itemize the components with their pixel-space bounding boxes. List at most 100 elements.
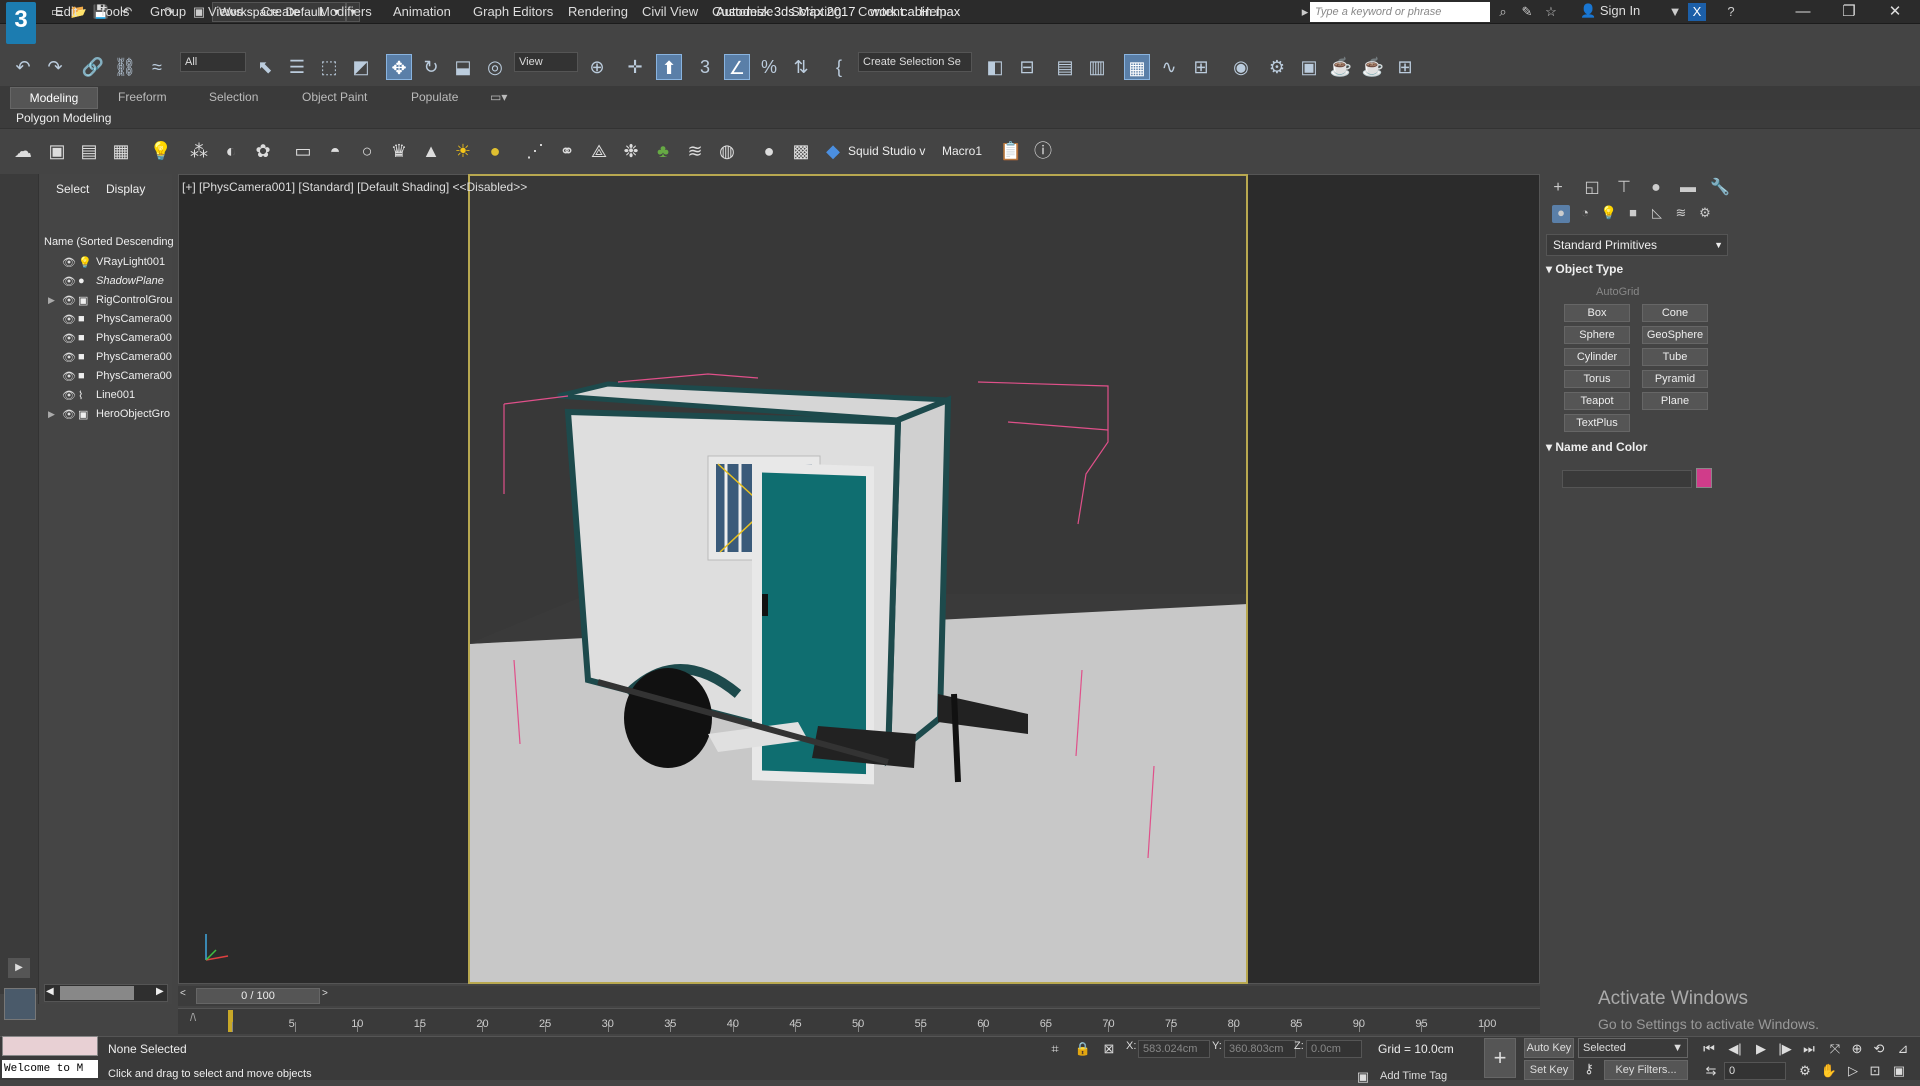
maxscript-listener-input[interactable] <box>2 1036 98 1056</box>
pan-icon[interactable]: ✋ <box>1820 1062 1838 1080</box>
material-library-icon[interactable]: ▩ <box>788 138 814 164</box>
cameras-icon[interactable]: ■ <box>1624 205 1642 223</box>
time-slider[interactable]: 0 / 100 <box>196 988 320 1004</box>
search-input[interactable]: Type a keyword or phrase <box>1310 2 1490 22</box>
hair-icon[interactable]: ≋ <box>682 138 708 164</box>
teapot-icon[interactable]: ☁ <box>10 138 36 164</box>
layer-explorer-icon[interactable]: ▥ <box>1084 54 1110 80</box>
keyboard-shortcut-toggle-icon[interactable]: ⬆ <box>656 54 682 80</box>
selection-filter-dropdown[interactable]: All <box>180 52 246 72</box>
select-object-icon[interactable]: ⬉ <box>252 54 278 80</box>
fur-icon[interactable]: ⚭ <box>554 138 580 164</box>
display-tab-icon[interactable]: ▬ <box>1678 178 1698 198</box>
angle-snap-icon[interactable]: ∠ <box>724 54 750 80</box>
redo-icon[interactable]: ↷ <box>42 54 68 80</box>
set-key-button[interactable]: Set Key <box>1524 1060 1574 1080</box>
select-scale-icon[interactable]: ⬓ <box>450 54 476 80</box>
mirror-icon[interactable]: ◧ <box>982 54 1008 80</box>
create-tab-icon[interactable]: + <box>1548 178 1568 198</box>
systems-icon[interactable]: ⚙ <box>1696 205 1714 223</box>
menu-edit[interactable]: Edit <box>55 4 77 19</box>
primitive-textplus-button[interactable]: TextPlus <box>1564 414 1630 432</box>
scene-explorer-icon[interactable]: ▤ <box>1052 54 1078 80</box>
vray-icon[interactable]: ✿ <box>250 138 276 164</box>
expand-icon[interactable]: ▶ <box>48 409 55 420</box>
menu-rendering[interactable]: Rendering <box>568 4 628 19</box>
scene-row[interactable]: ▶ 👁 ▣ RigControlGrou <box>48 292 172 311</box>
add-time-tag-button[interactable]: Add Time Tag <box>1380 1070 1447 1082</box>
set-key-big-icon[interactable]: + <box>1484 1038 1516 1078</box>
primitive-tube-button[interactable]: Tube <box>1642 348 1708 366</box>
menu-animation[interactable]: Animation <box>393 4 451 19</box>
scene-row[interactable]: 👁 ■ PhysCamera00 <box>48 368 172 387</box>
ribbon-options-icon[interactable]: ▭▾ <box>490 90 507 104</box>
go-to-end-icon[interactable]: ⏭ <box>1800 1040 1818 1058</box>
tab-display[interactable]: Display <box>106 182 145 196</box>
polygon-modeling-label[interactable]: Polygon Modeling <box>16 111 111 125</box>
menu-civil-view[interactable]: Civil View <box>642 4 698 19</box>
binoculars-icon[interactable]: ⌕ <box>1494 3 1512 21</box>
menu-help[interactable]: Help <box>920 4 947 19</box>
chevron-left-icon[interactable]: < <box>180 988 186 999</box>
vray-scene-icon[interactable]: ❉ <box>618 138 644 164</box>
name-color-rollout[interactable]: ▾ Name and Color <box>1546 440 1722 460</box>
primitive-plane-button[interactable]: Plane <box>1642 392 1708 410</box>
auto-key-button[interactable]: Auto Key <box>1524 1038 1574 1058</box>
eye-icon[interactable]: 👁 <box>62 351 76 364</box>
select-move-icon[interactable]: ✥ <box>386 54 412 80</box>
proxy-icon[interactable]: ⋰ <box>522 138 548 164</box>
project-icon[interactable]: ▣ <box>190 3 208 21</box>
eye-icon[interactable]: 👁 <box>62 313 76 326</box>
plane-light-icon[interactable]: ▭ <box>290 138 316 164</box>
z-coordinate-field[interactable]: 0.0cm <box>1306 1040 1362 1058</box>
select-rotate-icon[interactable]: ↻ <box>418 54 444 80</box>
create-selection-set-dropdown[interactable]: Create Selection Se <box>858 52 972 72</box>
restore-button[interactable]: ❐ <box>1826 0 1872 24</box>
x-coordinate-field[interactable]: 583.024cm <box>1138 1040 1210 1058</box>
key-icon[interactable]: ⚷ <box>1580 1060 1598 1078</box>
primitive-category-dropdown[interactable]: Standard Primitives ▼ <box>1546 234 1728 256</box>
y-coordinate-field[interactable]: 360.803cm <box>1224 1040 1296 1058</box>
exchange-icon[interactable]: X <box>1688 3 1706 21</box>
layers-icon[interactable]: ▤ <box>76 138 102 164</box>
key-mode-toggle-icon[interactable]: ⇆ <box>1702 1062 1720 1080</box>
absolute-mode-icon[interactable]: ⊠ <box>1100 1040 1118 1058</box>
key-mode-dropdown[interactable]: Selected ▼ <box>1578 1038 1688 1058</box>
macro1-button[interactable]: Macro1 <box>942 144 982 158</box>
scene-row[interactable]: 👁 ⌇ Line001 <box>48 387 172 406</box>
field-of-view-icon[interactable]: ⊿ <box>1894 1040 1912 1058</box>
select-by-name-icon[interactable]: ☰ <box>284 54 310 80</box>
time-tag-icon[interactable]: ▣ <box>1354 1068 1372 1086</box>
mesh-light-icon[interactable]: ♛ <box>386 138 412 164</box>
scene-row[interactable]: ▶ 👁 ▣ HeroObjectGro <box>48 406 172 425</box>
undo-icon[interactable]: ↶ <box>10 54 36 80</box>
previous-frame-icon[interactable]: ◀| <box>1726 1040 1744 1058</box>
tab-selection[interactable]: Selection <box>209 90 258 104</box>
shapes-icon[interactable]: ◔ <box>1576 205 1594 223</box>
primitive-pyramid-button[interactable]: Pyramid <box>1642 370 1708 388</box>
rect-selection-icon[interactable]: ⬚ <box>316 54 342 80</box>
eye-icon[interactable]: 👁 <box>62 389 76 402</box>
tab-modeling[interactable]: Modeling <box>10 87 98 109</box>
column-header-name[interactable]: Name (Sorted Descending <box>44 236 174 248</box>
geometry-icon[interactable]: ● <box>1552 205 1570 223</box>
foliage-icon[interactable]: ♣ <box>650 138 676 164</box>
lights-icon[interactable]: 💡 <box>1600 205 1618 223</box>
expand-icon[interactable]: ▶ <box>48 295 55 306</box>
unlink-icon[interactable]: ⛓ <box>112 54 138 80</box>
space-warps-icon[interactable]: ≋ <box>1672 205 1690 223</box>
chevron-right-icon[interactable]: > <box>322 988 328 999</box>
zoom-icon[interactable]: ⤧ <box>1826 1040 1844 1058</box>
primitive-sphere-button[interactable]: Sphere <box>1564 326 1630 344</box>
tab-freeform[interactable]: Freeform <box>118 90 167 104</box>
curve-editor-mini-icon[interactable]: /\ <box>190 1012 196 1024</box>
orbit-icon[interactable]: ⟲ <box>1870 1040 1888 1058</box>
reference-coordinate-dropdown[interactable]: View <box>514 52 578 72</box>
modify-tab-icon[interactable]: ◱ <box>1582 178 1602 198</box>
menu-group[interactable]: Group <box>150 4 186 19</box>
signin-button[interactable]: 👤 Sign In <box>1580 3 1640 19</box>
maxscript-mini-listener[interactable]: Welcome to M <box>2 1060 98 1078</box>
eye-icon[interactable]: 👁 <box>62 275 76 288</box>
play-icon[interactable]: ▶ <box>1752 1040 1770 1058</box>
viewport-toggle-icon[interactable]: ▣ <box>1890 1062 1908 1080</box>
